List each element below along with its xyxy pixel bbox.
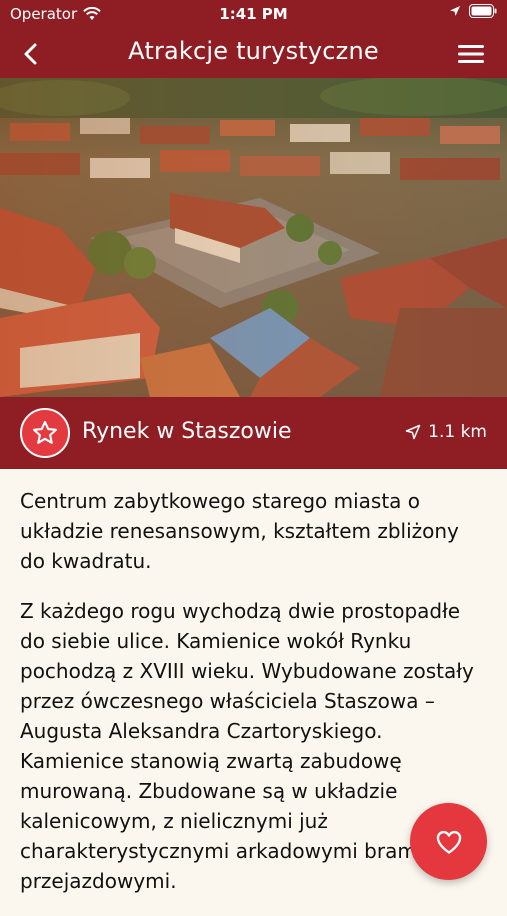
status-right bbox=[449, 4, 497, 18]
hero-photo bbox=[0, 78, 507, 397]
status-bar: Operator 1:41 PM bbox=[0, 0, 507, 28]
distance-indicator: 1.1 km bbox=[405, 422, 487, 442]
aerial-town-image bbox=[0, 78, 507, 397]
navigation-bar: Atrakcje turystyczne bbox=[0, 28, 507, 78]
hamburger-menu-icon[interactable] bbox=[457, 42, 485, 66]
navigation-arrow-icon bbox=[405, 424, 421, 440]
page-title: Atrakcje turystyczne bbox=[128, 37, 379, 65]
place-name: Rynek w Staszowie bbox=[82, 419, 292, 444]
heart-icon bbox=[436, 830, 461, 854]
star-icon bbox=[32, 420, 58, 444]
place-header: Rynek w Staszowie 1.1 km bbox=[0, 397, 507, 469]
chevron-left-icon[interactable] bbox=[18, 40, 46, 68]
status-time: 1:41 PM bbox=[219, 5, 288, 23]
category-badge bbox=[20, 408, 70, 458]
battery-icon bbox=[469, 4, 497, 18]
location-arrow-icon bbox=[450, 6, 460, 16]
distance-value: 1.1 km bbox=[428, 422, 487, 442]
favorite-button[interactable] bbox=[410, 803, 487, 880]
description-paragraph: Centrum zabytkowego starego miasta o ukł… bbox=[20, 489, 459, 573]
